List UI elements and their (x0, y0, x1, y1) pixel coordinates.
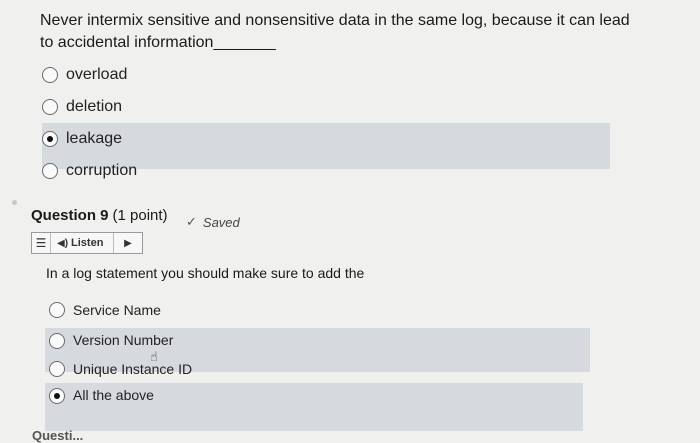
q8-option-overload[interactable]: overload (42, 59, 342, 91)
option-label: corruption (66, 162, 138, 179)
radio-button[interactable] (42, 163, 58, 179)
q9-option-service-name[interactable]: Service Name (49, 295, 349, 325)
option-label: deletion (66, 98, 123, 115)
question-8-prompt: Never intermix sensitive and nonsensitiv… (40, 12, 630, 51)
question-title: Question 9 (31, 207, 109, 224)
bullet-dot (12, 200, 17, 205)
q8-option-corruption[interactable]: corruption (42, 155, 342, 187)
option-label: overload (66, 66, 128, 83)
radio-button[interactable] (42, 99, 58, 115)
play-icon[interactable]: ▶ (113, 233, 142, 253)
q8-option-deletion[interactable]: deletion (42, 91, 342, 123)
listen-label[interactable]: Listen (71, 237, 103, 249)
q9-option-unique-instance-id[interactable]: Unique Instance ID (49, 354, 349, 384)
radio-button-selected[interactable] (49, 388, 65, 404)
check-icon: ✓ (186, 214, 197, 229)
question-points: (1 point) (112, 207, 168, 224)
option-label: Version Number (73, 332, 174, 348)
option-label: Unique Instance ID (73, 361, 193, 377)
option-label: All the above (73, 387, 154, 403)
saved-label: Saved (202, 214, 240, 230)
option-label: leakage (66, 130, 123, 147)
radio-button[interactable] (49, 333, 65, 349)
radio-button[interactable] (42, 67, 58, 83)
listen-toolbar[interactable]: ☰ ◀) Listen ▶ (31, 232, 143, 254)
option-label: Service Name (73, 302, 161, 318)
saved-status: ✓ Saved (186, 214, 240, 230)
answer-blank: _______ (213, 34, 276, 51)
speaker-icon: ◀) (57, 237, 69, 249)
q9-option-all-the-above[interactable]: All the above (45, 383, 583, 431)
radio-button[interactable] (49, 302, 65, 318)
question-9-prompt: In a log statement you should make sure … (46, 265, 365, 281)
radio-button[interactable] (49, 361, 65, 377)
radio-button-selected[interactable] (42, 131, 58, 147)
hand-cursor-icon: ☝ (150, 349, 158, 364)
menu-icon[interactable]: ☰ (32, 233, 51, 253)
question-9-header: Question 9 (1 point) (31, 207, 168, 224)
